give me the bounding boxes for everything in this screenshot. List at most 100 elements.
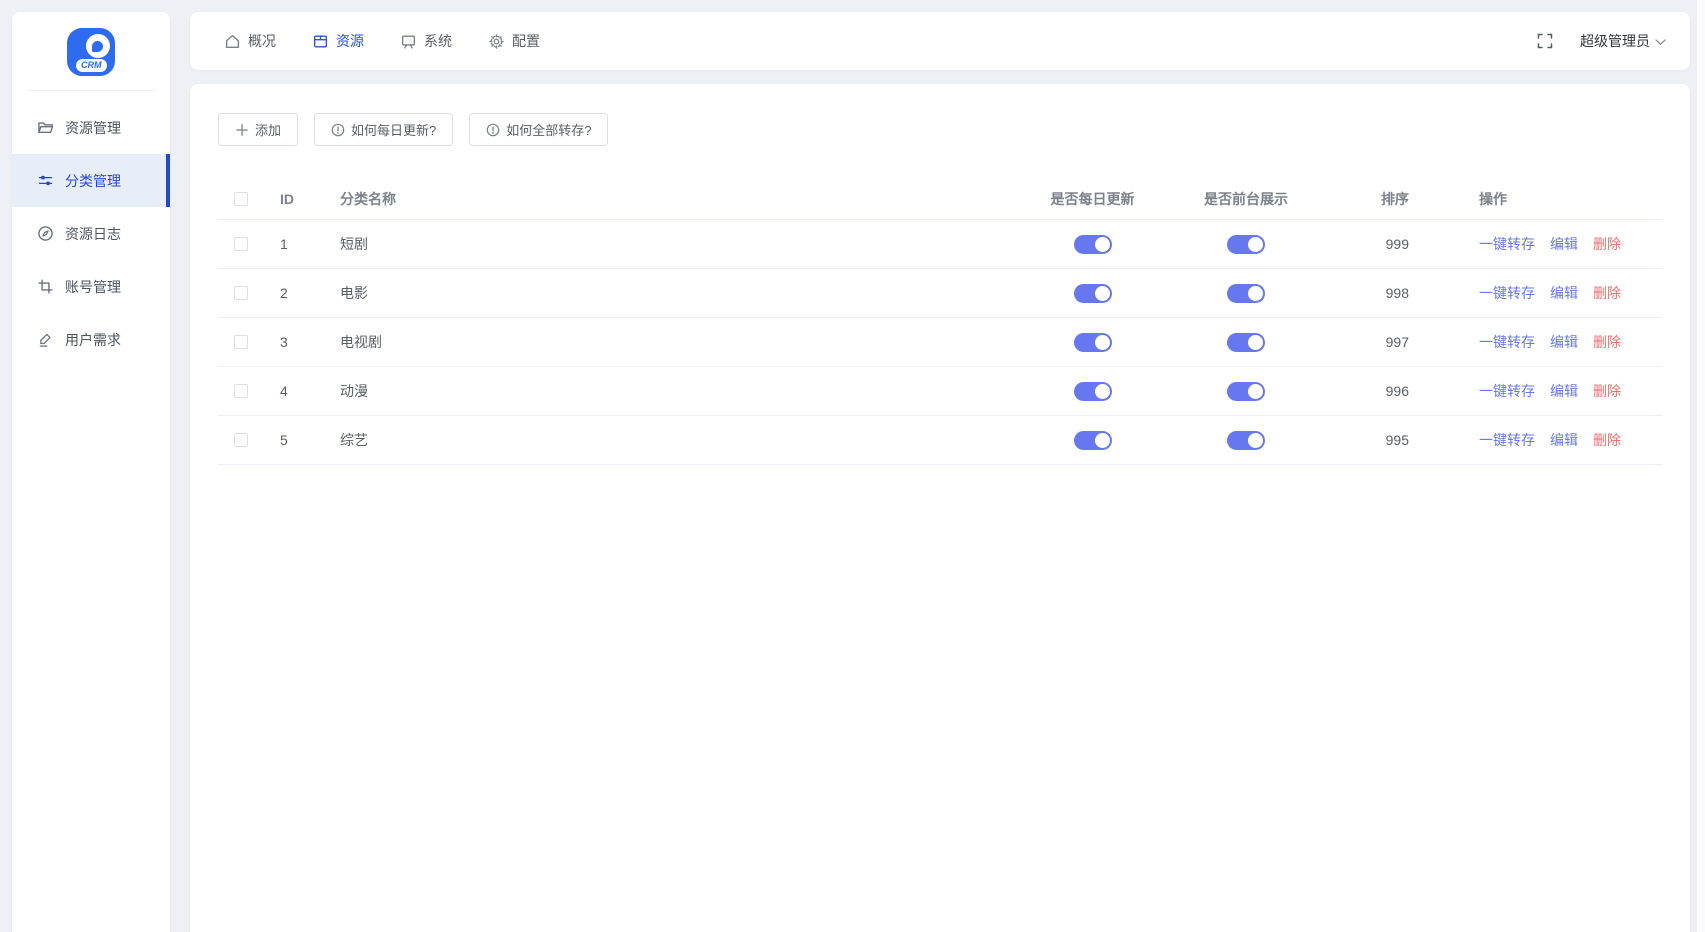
daily-update-toggle[interactable] [1074,235,1112,254]
row-id: 2 [262,285,324,301]
row-id: 4 [262,383,324,399]
sidebar: CRM 资源管理 分类管理 资源日志 账号管理 用户需求 [12,12,170,932]
sliders-icon [37,172,54,189]
row-id: 3 [262,334,324,350]
delete-link[interactable]: 删除 [1593,381,1621,401]
edit-link[interactable]: 编辑 [1550,430,1578,450]
sidebar-item-label: 资源日志 [65,224,121,244]
row-sort: 999 [1322,236,1417,252]
table-row: 4 动漫 996 一键转存 编辑 删除 [218,367,1662,416]
edit-link[interactable]: 编辑 [1550,381,1578,401]
top-header: 概况 资源 系统 配置 超级管理员 [190,12,1690,70]
gear-icon [488,33,505,50]
edit-link[interactable]: 编辑 [1550,234,1578,254]
sidebar-divider [26,90,156,91]
fullscreen-icon[interactable] [1536,32,1554,50]
sidebar-item-account-management[interactable]: 账号管理 [12,260,170,313]
row-name: 短剧 [324,234,1015,254]
sidebar-item-label: 账号管理 [65,277,121,297]
folder-icon [37,119,54,136]
front-display-toggle[interactable] [1227,284,1265,303]
vertical-scrollbar[interactable] [1697,0,1705,932]
row-id: 5 [262,432,324,448]
header-sort: 排序 [1322,189,1417,209]
tab-system[interactable]: 系统 [400,31,452,51]
tab-settings[interactable]: 配置 [488,31,540,51]
edit-link[interactable]: 编辑 [1550,283,1578,303]
how-daily-update-button[interactable]: 如何每日更新? [314,113,453,146]
pen-icon [37,331,54,348]
daily-update-toggle[interactable] [1074,431,1112,450]
row-sort: 997 [1322,334,1417,350]
front-display-toggle[interactable] [1227,382,1265,401]
compass-icon [37,225,54,242]
user-name: 超级管理员 [1580,31,1650,51]
row-sort: 995 [1322,432,1417,448]
add-button[interactable]: 添加 [218,113,298,146]
sidebar-item-label: 分类管理 [65,171,121,191]
home-icon [224,33,241,50]
info-circle-icon [331,123,345,137]
sidebar-item-user-needs[interactable]: 用户需求 [12,313,170,366]
how-transfer-all-button[interactable]: 如何全部转存? [469,113,608,146]
row-checkbox[interactable] [234,384,248,398]
main-panel: 添加 如何每日更新? 如何全部转存? ID 分类名称 是否每日更新 是否前台展示… [190,84,1690,932]
table-row: 5 综艺 995 一键转存 编辑 删除 [218,416,1662,465]
table-row: 3 电视剧 997 一键转存 编辑 删除 [218,318,1662,367]
app-logo: CRM [12,12,170,90]
delete-link[interactable]: 删除 [1593,430,1621,450]
tab-label: 配置 [512,31,540,51]
table-row: 2 电影 998 一键转存 编辑 删除 [218,269,1662,318]
row-checkbox[interactable] [234,433,248,447]
header-name: 分类名称 [324,189,1015,209]
how-daily-update-label: 如何每日更新? [351,120,436,139]
crop-icon [37,278,54,295]
table-header-row: ID 分类名称 是否每日更新 是否前台展示 排序 操作 [218,179,1662,220]
row-checkbox[interactable] [234,286,248,300]
daily-update-toggle[interactable] [1074,284,1112,303]
front-display-toggle[interactable] [1227,333,1265,352]
sidebar-item-category-management[interactable]: 分类管理 [12,154,170,207]
row-checkbox[interactable] [234,237,248,251]
logo-lens [86,34,110,58]
top-nav: 概况 资源 系统 配置 [224,31,540,51]
row-sort: 996 [1322,383,1417,399]
sidebar-item-label: 用户需求 [65,330,121,350]
sidebar-item-resource-log[interactable]: 资源日志 [12,207,170,260]
delete-link[interactable]: 删除 [1593,283,1621,303]
header-id: ID [262,191,324,207]
sidebar-item-resource-management[interactable]: 资源管理 [12,101,170,154]
row-name: 电影 [324,283,1015,303]
tab-label: 资源 [336,31,364,51]
transfer-link[interactable]: 一键转存 [1479,430,1535,450]
row-id: 1 [262,236,324,252]
toolbar: 添加 如何每日更新? 如何全部转存? [218,113,1662,146]
transfer-link[interactable]: 一键转存 [1479,283,1535,303]
daily-update-toggle[interactable] [1074,382,1112,401]
logo-text: CRM [76,59,107,72]
transfer-link[interactable]: 一键转存 [1479,332,1535,352]
row-name: 综艺 [324,430,1015,450]
delete-link[interactable]: 删除 [1593,234,1621,254]
header-daily-update: 是否每日更新 [1015,189,1170,209]
plus-icon [235,123,249,137]
tab-resources[interactable]: 资源 [312,31,364,51]
daily-update-toggle[interactable] [1074,333,1112,352]
front-display-toggle[interactable] [1227,235,1265,254]
front-display-toggle[interactable] [1227,431,1265,450]
row-sort: 998 [1322,285,1417,301]
add-button-label: 添加 [255,120,281,139]
edit-link[interactable]: 编辑 [1550,332,1578,352]
row-name: 动漫 [324,381,1015,401]
tab-overview[interactable]: 概况 [224,31,276,51]
transfer-link[interactable]: 一键转存 [1479,381,1535,401]
header-front-display: 是否前台展示 [1170,189,1322,209]
sidebar-menu: 资源管理 分类管理 资源日志 账号管理 用户需求 [12,101,170,366]
how-transfer-all-label: 如何全部转存? [506,120,591,139]
category-table: ID 分类名称 是否每日更新 是否前台展示 排序 操作 1 短剧 999 一键转… [218,179,1662,465]
transfer-link[interactable]: 一键转存 [1479,234,1535,254]
select-all-checkbox[interactable] [234,192,248,206]
row-checkbox[interactable] [234,335,248,349]
delete-link[interactable]: 删除 [1593,332,1621,352]
user-menu[interactable]: 超级管理员 [1580,31,1666,51]
